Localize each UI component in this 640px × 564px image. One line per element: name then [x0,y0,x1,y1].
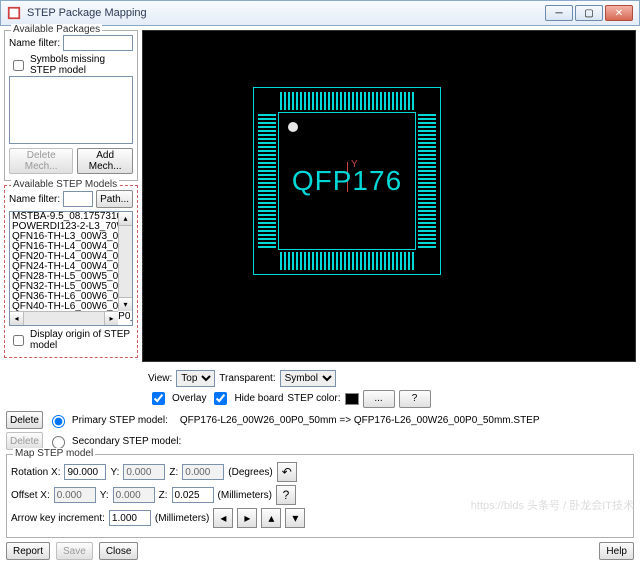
rotation-x-label: Rotation X: [11,467,60,478]
chip-body: QFP176 [278,112,416,250]
chip-pins-bottom [280,252,414,270]
path-button[interactable]: Path... [96,190,133,208]
help-question-button[interactable]: ? [399,390,431,408]
view-select[interactable]: Top [176,370,215,387]
arrow-up-icon[interactable]: ▴ [261,508,281,528]
window-title: STEP Package Mapping [27,7,543,19]
scroll-up-icon[interactable]: ▴ [119,212,132,226]
chip-pins-left [258,114,276,248]
bottom-panel: View: Top Transparent: Symbol Overlay Hi… [0,366,640,564]
offset-y-input[interactable] [113,487,155,503]
symbols-missing-label: Symbols missing STEP model [30,54,133,76]
rotation-x-input[interactable] [64,464,106,480]
view-label: View: [148,373,172,384]
primary-model-radio[interactable] [52,415,65,428]
rotation-y-label: Y: [110,467,119,478]
arrow-down-icon[interactable]: ▾ [285,508,305,528]
offset-y-label: Y: [100,490,109,501]
chip-pins-top [280,92,414,110]
group-title: Map STEP model [13,448,95,459]
rotation-z-label: Z: [169,467,178,478]
arrow-key-label: Arrow key increment: [11,513,105,524]
delete-mech-button[interactable]: Delete Mech... [9,148,73,174]
app-icon [7,6,21,20]
name-filter-label: Name filter: [9,194,60,205]
chip-pins-right [418,114,436,248]
group-title: Available STEP Models [11,179,119,190]
arrow-right-icon[interactable]: ▸ [237,508,257,528]
packages-name-filter-input[interactable] [63,35,133,51]
arrow-key-input[interactable] [109,510,151,526]
help-button[interactable]: Help [599,542,634,560]
rotation-y-input[interactable] [123,464,165,480]
report-button[interactable]: Report [6,542,50,560]
maximize-button[interactable]: ▢ [575,5,603,21]
undo-rotation-button[interactable]: ↶ [277,462,297,482]
scroll-down-icon[interactable]: ▾ [119,297,132,311]
available-step-models-group: Available STEP Models Name filter: Path.… [4,185,138,358]
save-button[interactable]: Save [56,542,93,560]
packages-listbox[interactable] [9,76,133,144]
step-color-swatch[interactable] [345,393,359,405]
group-title: Available Packages [11,24,102,35]
delete-mapping-button[interactable]: Delete [6,411,43,429]
symbols-missing-checkbox[interactable] [13,60,24,71]
add-mech-button[interactable]: Add Mech... [77,148,133,174]
chip-label: QFP176 [292,165,402,197]
left-panel: Available Packages Name filter: Symbols … [0,26,142,366]
title-bar: STEP Package Mapping ─ ▢ ✕ [0,0,640,26]
primary-model-label: Primary STEP model: [72,415,168,426]
transparent-label: Transparent: [219,373,275,384]
models-name-filter-input[interactable] [63,191,93,207]
scrollbar-horizontal[interactable]: ◂ ▸ [10,311,118,325]
mapping-text: QFP176-L26_00W26_00P0_50mm => QFP176-L26… [180,415,540,426]
map-step-model-group: Map STEP model Rotation X: Y: Z: (Degree… [6,454,634,538]
offset-z-label: Z: [159,490,168,501]
overlay-checkbox[interactable] [152,392,165,405]
watermark: https://blds 头条号 / 卧龙会IT技术 [471,497,634,513]
offset-x-input[interactable] [54,487,96,503]
arrow-key-unit: (Millimeters) [155,513,209,524]
hide-board-label: Hide board [234,393,283,404]
hide-board-checkbox[interactable] [214,392,227,405]
step-color-button[interactable]: ... [363,390,395,408]
rotation-z-input[interactable] [182,464,224,480]
rotation-unit: (Degrees) [228,467,272,478]
chip-outline: Y QFP176 [253,87,441,275]
offset-x-label: Offset X: [11,490,50,501]
overlay-label: Overlay [172,393,206,404]
close-footer-button[interactable]: Close [99,542,139,560]
3d-viewport[interactable]: Y QFP176 [142,30,636,362]
transparent-select[interactable]: Symbol [280,370,336,387]
secondary-model-label: Secondary STEP model: [72,436,181,447]
close-button[interactable]: ✕ [605,5,633,21]
minimize-button[interactable]: ─ [545,5,573,21]
arrow-left-icon[interactable]: ◂ [213,508,233,528]
name-filter-label: Name filter: [9,38,60,49]
main-area: Available Packages Name filter: Symbols … [0,26,640,366]
display-origin-checkbox[interactable] [13,335,24,346]
help-offset-button[interactable]: ? [276,485,296,505]
display-origin-label: Display origin of STEP model [30,329,133,351]
scrollbar-vertical[interactable]: ▴ ▾ [118,212,132,311]
scroll-left-icon[interactable]: ◂ [10,312,24,325]
models-listbox[interactable]: MSTBA-9.5_08.1757310.STEPPOWERDI123-2-L3… [9,211,133,326]
scroll-right-icon[interactable]: ▸ [104,312,118,325]
offset-z-input[interactable] [172,487,214,503]
step-color-label: STEP color: [287,393,340,404]
offset-unit: (Millimeters) [218,490,272,501]
available-packages-group: Available Packages Name filter: Symbols … [4,30,138,181]
